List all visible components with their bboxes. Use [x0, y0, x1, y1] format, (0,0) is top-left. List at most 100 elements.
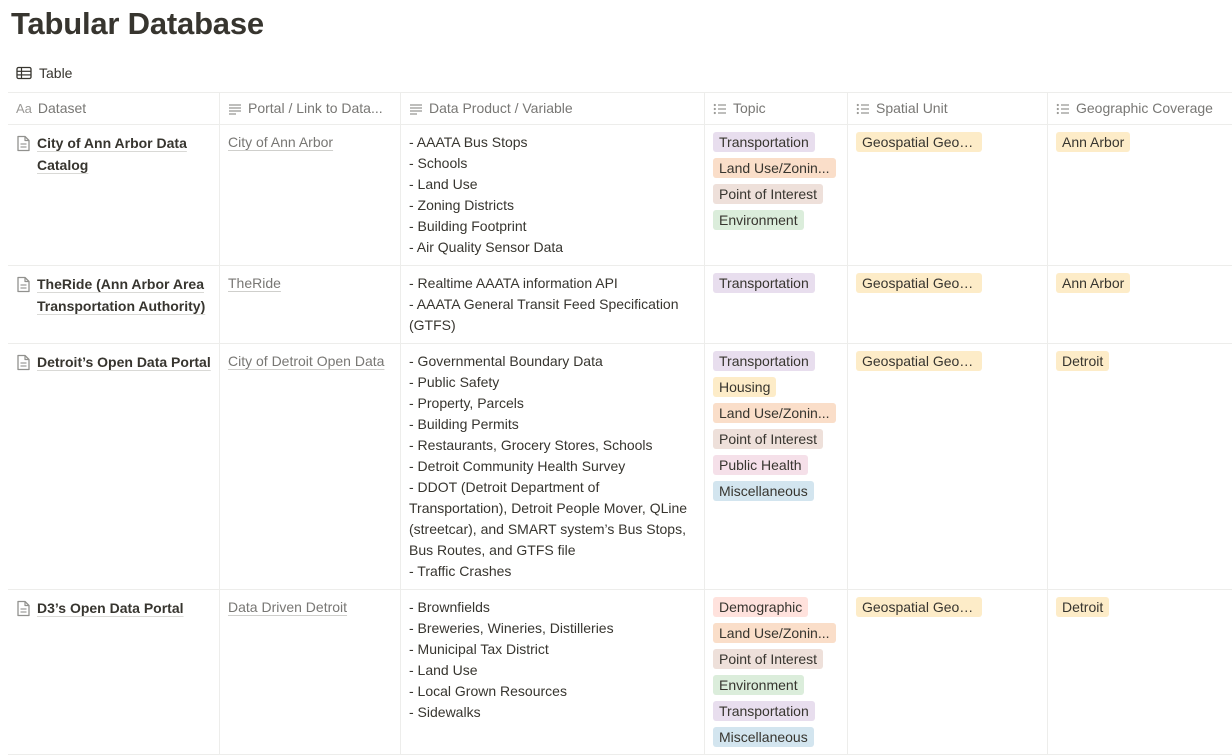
coverage-cell[interactable]: Detroit: [1048, 590, 1232, 754]
page-icon: [17, 354, 30, 371]
table-row: D3’s Open Data Portal Data Driven Detroit…: [8, 590, 1232, 755]
portal-link[interactable]: Data Driven Detroit: [228, 599, 347, 615]
coverage-cell[interactable]: Ann Arbor: [1048, 266, 1232, 343]
dataset-cell[interactable]: TheRide (Ann Arbor Area Transportation A…: [8, 266, 220, 343]
products-cell[interactable]: - Governmental Boundary Data - Public Saf…: [401, 344, 705, 589]
topics-tag: Environment: [713, 210, 804, 230]
dataset-name[interactable]: City of Ann Arbor Data Catalog: [37, 132, 211, 176]
page-icon: [17, 135, 30, 152]
table-row: City of Ann Arbor Data Catalog City of An…: [8, 125, 1232, 266]
product-item: - Zoning Districts: [409, 197, 515, 213]
page-icon: [17, 600, 30, 617]
portal-cell[interactable]: City of Detroit Open Data: [220, 344, 401, 589]
topics-tag: Transportation: [713, 701, 815, 721]
products-cell[interactable]: - Realtime AAATA information API - AAATA …: [401, 266, 705, 343]
topics-tag: Miscellaneous: [713, 727, 814, 747]
portal-cell[interactable]: City of Ann Arbor: [220, 125, 401, 265]
dataset-name[interactable]: Detroit’s Open Data Portal: [37, 351, 211, 373]
product-item: - Breweries, Wineries, Distilleries: [409, 620, 614, 636]
topics-tag: Point of Interest: [713, 429, 824, 449]
product-item: - Sidewalks: [409, 704, 481, 720]
aa-icon: Aa: [16, 101, 32, 116]
table-body: City of Ann Arbor Data Catalog City of An…: [8, 125, 1232, 755]
portal-link[interactable]: City of Ann Arbor: [228, 134, 333, 150]
topics-tag: Point of Interest: [713, 184, 824, 204]
product-item: - AAATA General Transit Feed Specificati…: [409, 296, 679, 333]
product-item: - Brownfields: [409, 599, 490, 615]
spatial-unit-cell[interactable]: Geospatial Geometry: [848, 266, 1048, 343]
text-lines-icon: [229, 103, 241, 115]
product-item: - Public Safety: [409, 374, 500, 390]
coverage-tag: Ann Arbor: [1056, 132, 1131, 152]
view-tab-label: Table: [39, 65, 73, 81]
column-header-spatial-unit[interactable]: Spatial Unit: [848, 93, 1048, 124]
view-tab-table[interactable]: Table: [16, 62, 72, 84]
product-item: - Restaurants, Grocery Stores, Schools: [409, 437, 653, 453]
column-header-portal[interactable]: Portal / Link to Data...: [220, 93, 401, 124]
text-lines-icon: [410, 103, 422, 115]
topics-tag: Miscellaneous: [713, 481, 814, 501]
coverage-cell[interactable]: Ann Arbor: [1048, 125, 1232, 265]
topics-tag: Land Use/Zonin...: [713, 623, 836, 643]
column-header-topic[interactable]: Topic: [705, 93, 848, 124]
portal-link[interactable]: TheRide: [228, 275, 281, 291]
dataset-cell[interactable]: City of Ann Arbor Data Catalog: [8, 125, 220, 265]
product-item: - Detroit Community Health Survey: [409, 458, 626, 474]
product-item: - Local Grown Resources: [409, 683, 567, 699]
header-row: Aa Dataset Portal / Link to Data... Data…: [8, 92, 1232, 125]
spatial-unit-cell[interactable]: Geospatial Geometry: [848, 590, 1048, 754]
coverage-tag: Detroit: [1056, 351, 1110, 371]
product-item: - Schools: [409, 155, 468, 171]
table-icon: [16, 66, 32, 80]
multi-select-icon: [1056, 103, 1069, 114]
topics-tag: Demographic: [713, 597, 809, 617]
portal-link[interactable]: City of Detroit Open Data: [228, 353, 384, 369]
topic-cell[interactable]: Transportation: [705, 266, 848, 343]
product-item: - Land Use: [409, 662, 478, 678]
portal-cell[interactable]: TheRide: [220, 266, 401, 343]
topics-tag: Transportation: [713, 273, 815, 293]
topics-tag: Housing: [713, 377, 777, 397]
spatial_unit-tag: Geospatial Geometry: [856, 597, 982, 617]
database-table: Aa Dataset Portal / Link to Data... Data…: [8, 92, 1232, 755]
topics-tag: Environment: [713, 675, 804, 695]
product-item: - Municipal Tax District: [409, 641, 549, 657]
product-item: - AAATA Bus Stops: [409, 134, 528, 150]
spatial_unit-tag: Geospatial Geometry: [856, 132, 982, 152]
topic-cell[interactable]: Transportation Land Use/Zonin... Point of …: [705, 125, 848, 265]
multi-select-icon: [713, 103, 726, 114]
topics-tag: Land Use/Zonin...: [713, 158, 836, 178]
products-cell[interactable]: - Brownfields - Breweries, Wineries, Dist…: [401, 590, 705, 754]
product-item: - Air Quality Sensor Data: [409, 239, 564, 255]
product-item: - DDOT (Detroit Department of Transporta…: [409, 479, 688, 558]
page-title: Tabular Database: [11, 6, 264, 41]
multi-select-icon: [856, 103, 869, 114]
topics-tag: Land Use/Zonin...: [713, 403, 836, 423]
products-cell[interactable]: - AAATA Bus Stops - Schools - Land Use - Zo…: [401, 125, 705, 265]
product-item: - Building Footprint: [409, 218, 527, 234]
product-item: - Realtime AAATA information API: [409, 275, 618, 291]
topic-cell[interactable]: Transportation Housing Land Use/Zonin... Po…: [705, 344, 848, 589]
portal-cell[interactable]: Data Driven Detroit: [220, 590, 401, 754]
dataset-cell[interactable]: D3’s Open Data Portal: [8, 590, 220, 754]
page-icon: [17, 276, 30, 293]
dataset-cell[interactable]: Detroit’s Open Data Portal: [8, 344, 220, 589]
topics-tag: Transportation: [713, 132, 815, 152]
table-row: Detroit’s Open Data Portal City of Detroi…: [8, 344, 1232, 590]
product-item: - Governmental Boundary Data: [409, 353, 603, 369]
spatial-unit-cell[interactable]: Geospatial Geometry: [848, 344, 1048, 589]
spatial_unit-tag: Geospatial Geometry: [856, 273, 982, 293]
dataset-name[interactable]: D3’s Open Data Portal: [37, 597, 184, 619]
coverage-tag: Ann Arbor: [1056, 273, 1131, 293]
coverage-cell[interactable]: Detroit: [1048, 344, 1232, 589]
dataset-name[interactable]: TheRide (Ann Arbor Area Transportation A…: [37, 273, 211, 317]
product-item: - Traffic Crashes: [409, 563, 512, 579]
column-header-geographic-coverage[interactable]: Geographic Coverage: [1048, 93, 1232, 124]
product-item: - Building Permits: [409, 416, 519, 432]
topics-tag: Public Health: [713, 455, 808, 475]
column-header-dataset[interactable]: Aa Dataset: [8, 93, 220, 124]
spatial-unit-cell[interactable]: Geospatial Geometry: [848, 125, 1048, 265]
column-header-data-product[interactable]: Data Product / Variable: [401, 93, 705, 124]
topic-cell[interactable]: Demographic Land Use/Zonin... Point of Int…: [705, 590, 848, 754]
product-item: - Property, Parcels: [409, 395, 524, 411]
